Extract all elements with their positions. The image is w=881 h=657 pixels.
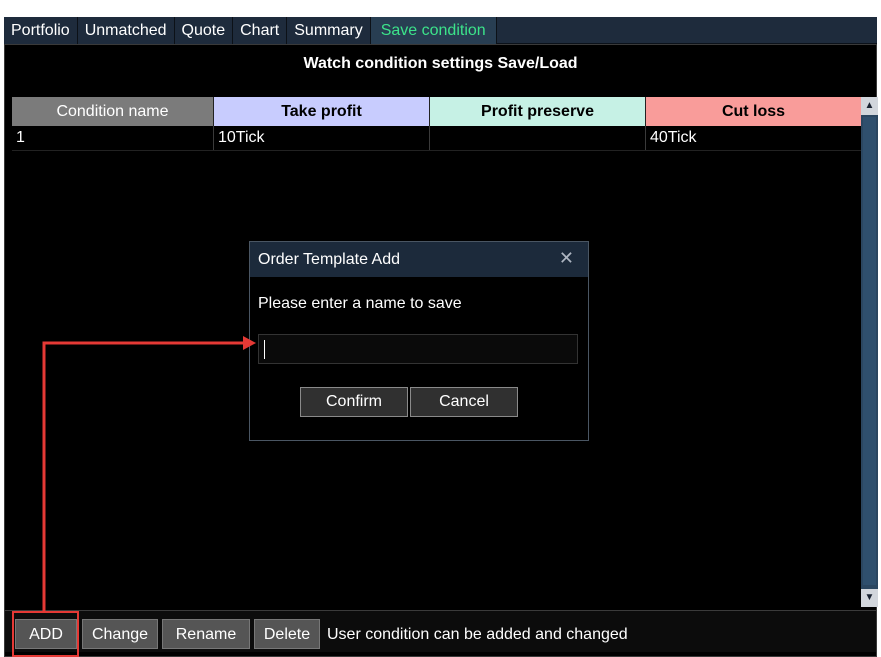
column-header-condition-name[interactable]: Condition name [12,97,214,126]
cancel-button[interactable]: Cancel [410,387,518,417]
close-icon[interactable]: ✕ [559,248,574,269]
vertical-scrollbar[interactable]: ▲ ▼ [861,97,878,607]
text-caret [264,340,265,359]
bottom-toolbar: ADD Change Rename Delete User condition … [5,610,876,652]
cell-profit-preserve[interactable] [430,126,646,150]
template-name-input[interactable] [258,334,578,364]
tab-quote[interactable]: Quote [174,17,234,44]
scroll-up-arrow-icon[interactable]: ▲ [861,97,878,115]
order-template-add-dialog: Order Template Add ✕ Please enter a name… [249,241,589,441]
panel-title: Watch condition settings Save/Load [303,55,578,72]
tab-summary[interactable]: Summary [287,17,371,44]
tab-save-condition[interactable]: Save condition [370,17,497,44]
cell-cut-loss[interactable]: 40Tick [646,126,861,150]
cell-condition-name[interactable]: 1 [12,126,214,150]
tab-unmatched[interactable]: Unmatched [77,17,175,44]
scrollbar-thumb[interactable] [863,117,876,585]
change-button[interactable]: Change [82,619,158,649]
rename-button[interactable]: Rename [162,619,250,649]
annotation-highlight-box [12,611,79,657]
dialog-title: Order Template Add [258,251,401,268]
delete-button[interactable]: Delete [254,619,320,649]
dialog-prompt: Please enter a name to save [258,295,462,312]
column-header-take-profit[interactable]: Take profit [214,97,430,126]
column-header-profit-preserve[interactable]: Profit preserve [430,97,646,126]
confirm-button[interactable]: Confirm [300,387,408,417]
column-header-cut-loss[interactable]: Cut loss [646,97,861,126]
cell-take-profit[interactable]: 10Tick [214,126,430,150]
table-row[interactable]: 1 10Tick 40Tick [12,126,861,150]
dialog-title-bar[interactable]: Order Template Add ✕ [250,242,588,277]
status-text: User condition can be added and changed [327,626,628,643]
tab-bar: Portfolio Unmatched Quote Chart Summary … [4,17,877,44]
tab-chart[interactable]: Chart [233,17,288,44]
table-header: Condition name Take profit Profit preser… [12,97,861,126]
tab-portfolio[interactable]: Portfolio [4,17,78,44]
scroll-down-arrow-icon[interactable]: ▼ [861,589,878,607]
